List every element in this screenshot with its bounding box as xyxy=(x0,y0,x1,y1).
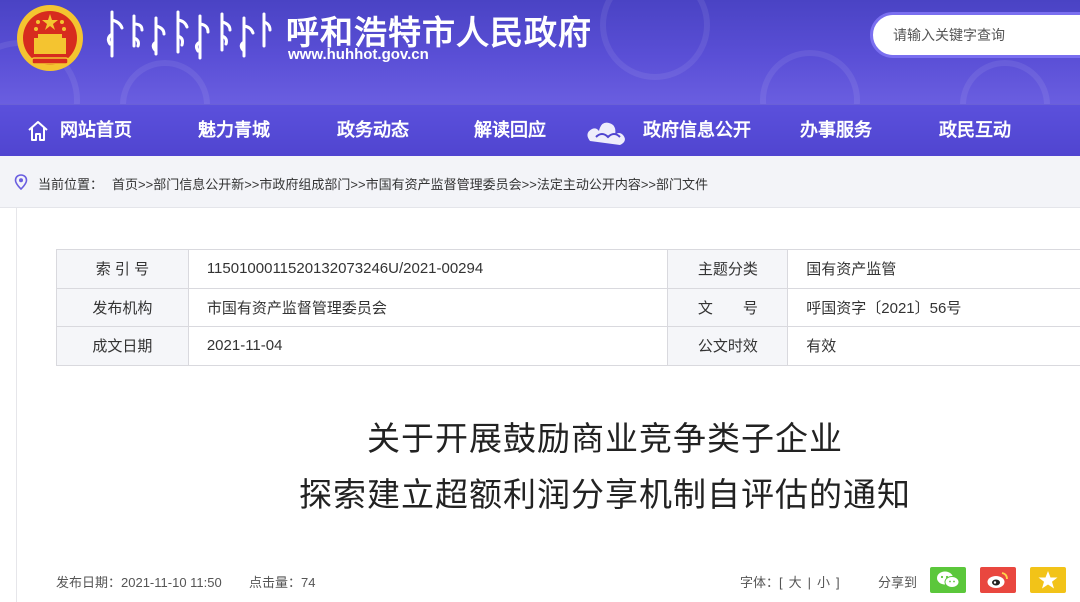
publish-date-label: 发布日期： xyxy=(56,575,122,590)
location-pin-icon xyxy=(14,174,28,190)
nav-item-interaction[interactable]: 政民互动 xyxy=(939,105,1011,157)
share-label: 分享到 xyxy=(878,575,918,590)
breadcrumb-item-home[interactable]: 首页 xyxy=(112,177,138,192)
publish-date: 2021-11-10 11:50 xyxy=(121,575,222,590)
meta-value-publisher: 市国有资产监督管理委员会 xyxy=(187,287,669,327)
weibo-icon xyxy=(987,572,1008,588)
document-title-line1: 关于开展鼓励商业竞争类子企业 xyxy=(367,419,843,458)
nav-item-interpretation[interactable]: 解读回应 xyxy=(474,105,546,157)
meta-label-category: 主题分类 xyxy=(667,249,789,289)
font-large-button[interactable]: 大 xyxy=(789,575,802,590)
breadcrumb-item-gov-depts[interactable]: 市政府组成部门 xyxy=(259,177,350,192)
breadcrumb-separator: >> xyxy=(244,177,260,192)
meta-value-doc-number: 呼国资字〔2021〕56号 xyxy=(787,287,1080,327)
table-row: 索 引 号 115010001152013207​3246U/2021-0029… xyxy=(56,249,1080,289)
breadcrumb-item-sasac[interactable]: 市国有资产监督管理委员会 xyxy=(366,177,522,192)
header-banner: 呼和浩特市人民政府 www.huhhot.gov.cn xyxy=(0,0,1080,104)
meta-label-index: 索 引 号 xyxy=(56,249,189,289)
table-row: 成文日期 2021-11-04 公文时效 有效 xyxy=(56,326,1080,366)
share-wechat-button[interactable] xyxy=(930,567,966,593)
font-size-end: ] xyxy=(836,575,840,590)
wechat-icon xyxy=(937,571,960,588)
document-meta-table: 索 引 号 115010001152013207​3246U/2021-0029… xyxy=(56,249,1080,366)
breadcrumb-label: 当前位置： xyxy=(38,177,104,192)
mongolian-script-title xyxy=(106,10,272,60)
breadcrumb-separator: >> xyxy=(521,177,537,192)
breadcrumb-item-dept-disclosure[interactable]: 部门信息公开新 xyxy=(153,177,244,192)
breadcrumb-separator: >> xyxy=(640,177,657,192)
breadcrumb-bar: 当前位置： 首页>>部门信息公开新>>市政府组成部门>>市国有资产监督管理委员会… xyxy=(0,156,1080,208)
search-input[interactable] xyxy=(893,27,1080,43)
site-url: www.huhhot.gov.cn xyxy=(288,46,429,63)
meta-label-publisher: 发布机构 xyxy=(56,287,189,327)
meta-value-category: 国有资产监管 xyxy=(787,249,1080,289)
meta-label-written-date: 成文日期 xyxy=(56,326,189,366)
nav-item-info-disclosure[interactable]: 政府信息公开 xyxy=(643,105,751,157)
breadcrumb-item-statutory-content[interactable]: 法定主动公开内容 xyxy=(537,177,641,192)
meta-value-validity: 有效 xyxy=(787,326,1080,366)
breadcrumb-separator: >> xyxy=(138,177,154,192)
meta-label-validity: 公文时效 xyxy=(667,326,789,366)
share-qzone-button[interactable] xyxy=(1030,567,1066,593)
font-divider: | xyxy=(807,575,812,590)
cloud-ornament-icon xyxy=(587,122,625,145)
hits-count: 74 xyxy=(301,575,316,590)
font-small-button[interactable]: 小 xyxy=(817,575,830,590)
main-nav: 网站首页 魅力青城 政务动态 解读回应 政府信息公开 办事服务 政民互动 xyxy=(0,104,1080,156)
share-weibo-button[interactable] xyxy=(980,567,1016,593)
breadcrumb: 首页>>部门信息公开新>>市政府组成部门>>市国有资产监督管理委员会>>法定主动… xyxy=(112,174,708,193)
meta-value-index: 115010001152013207​3246U/2021-00294 xyxy=(187,249,669,289)
nav-item-services[interactable]: 办事服务 xyxy=(800,105,872,157)
meta-label-doc-number: 文 号 xyxy=(667,287,789,327)
hits-label: 点击量： xyxy=(248,575,301,590)
nav-item-government-news[interactable]: 政务动态 xyxy=(337,105,409,157)
home-icon[interactable] xyxy=(26,119,50,143)
font-size-label: 字体：[ xyxy=(740,575,783,590)
table-row: 发布机构 市国有资产监督管理委员会 文 号 呼国资字〔2021〕56号 xyxy=(56,287,1080,327)
document-title-line2: 探索建立超额利润分享机制自评估的通知 xyxy=(299,475,911,514)
nav-item-charm-qingcheng[interactable]: 魅力青城 xyxy=(198,105,270,157)
meta-value-written-date: 2021-11-04 xyxy=(187,326,669,366)
search-box[interactable] xyxy=(870,12,1080,58)
breadcrumb-separator: >> xyxy=(350,177,366,192)
national-emblem-icon[interactable] xyxy=(14,2,86,74)
breadcrumb-item-dept-docs[interactable]: 部门文件 xyxy=(656,177,708,192)
font-size-control: 字体：[ 大 | 小] xyxy=(740,572,840,591)
publish-info: 发布日期：2021-11-10 11:50 点击量：74 xyxy=(56,572,315,591)
nav-item-home[interactable]: 网站首页 xyxy=(60,105,132,157)
star-icon xyxy=(1038,571,1058,589)
